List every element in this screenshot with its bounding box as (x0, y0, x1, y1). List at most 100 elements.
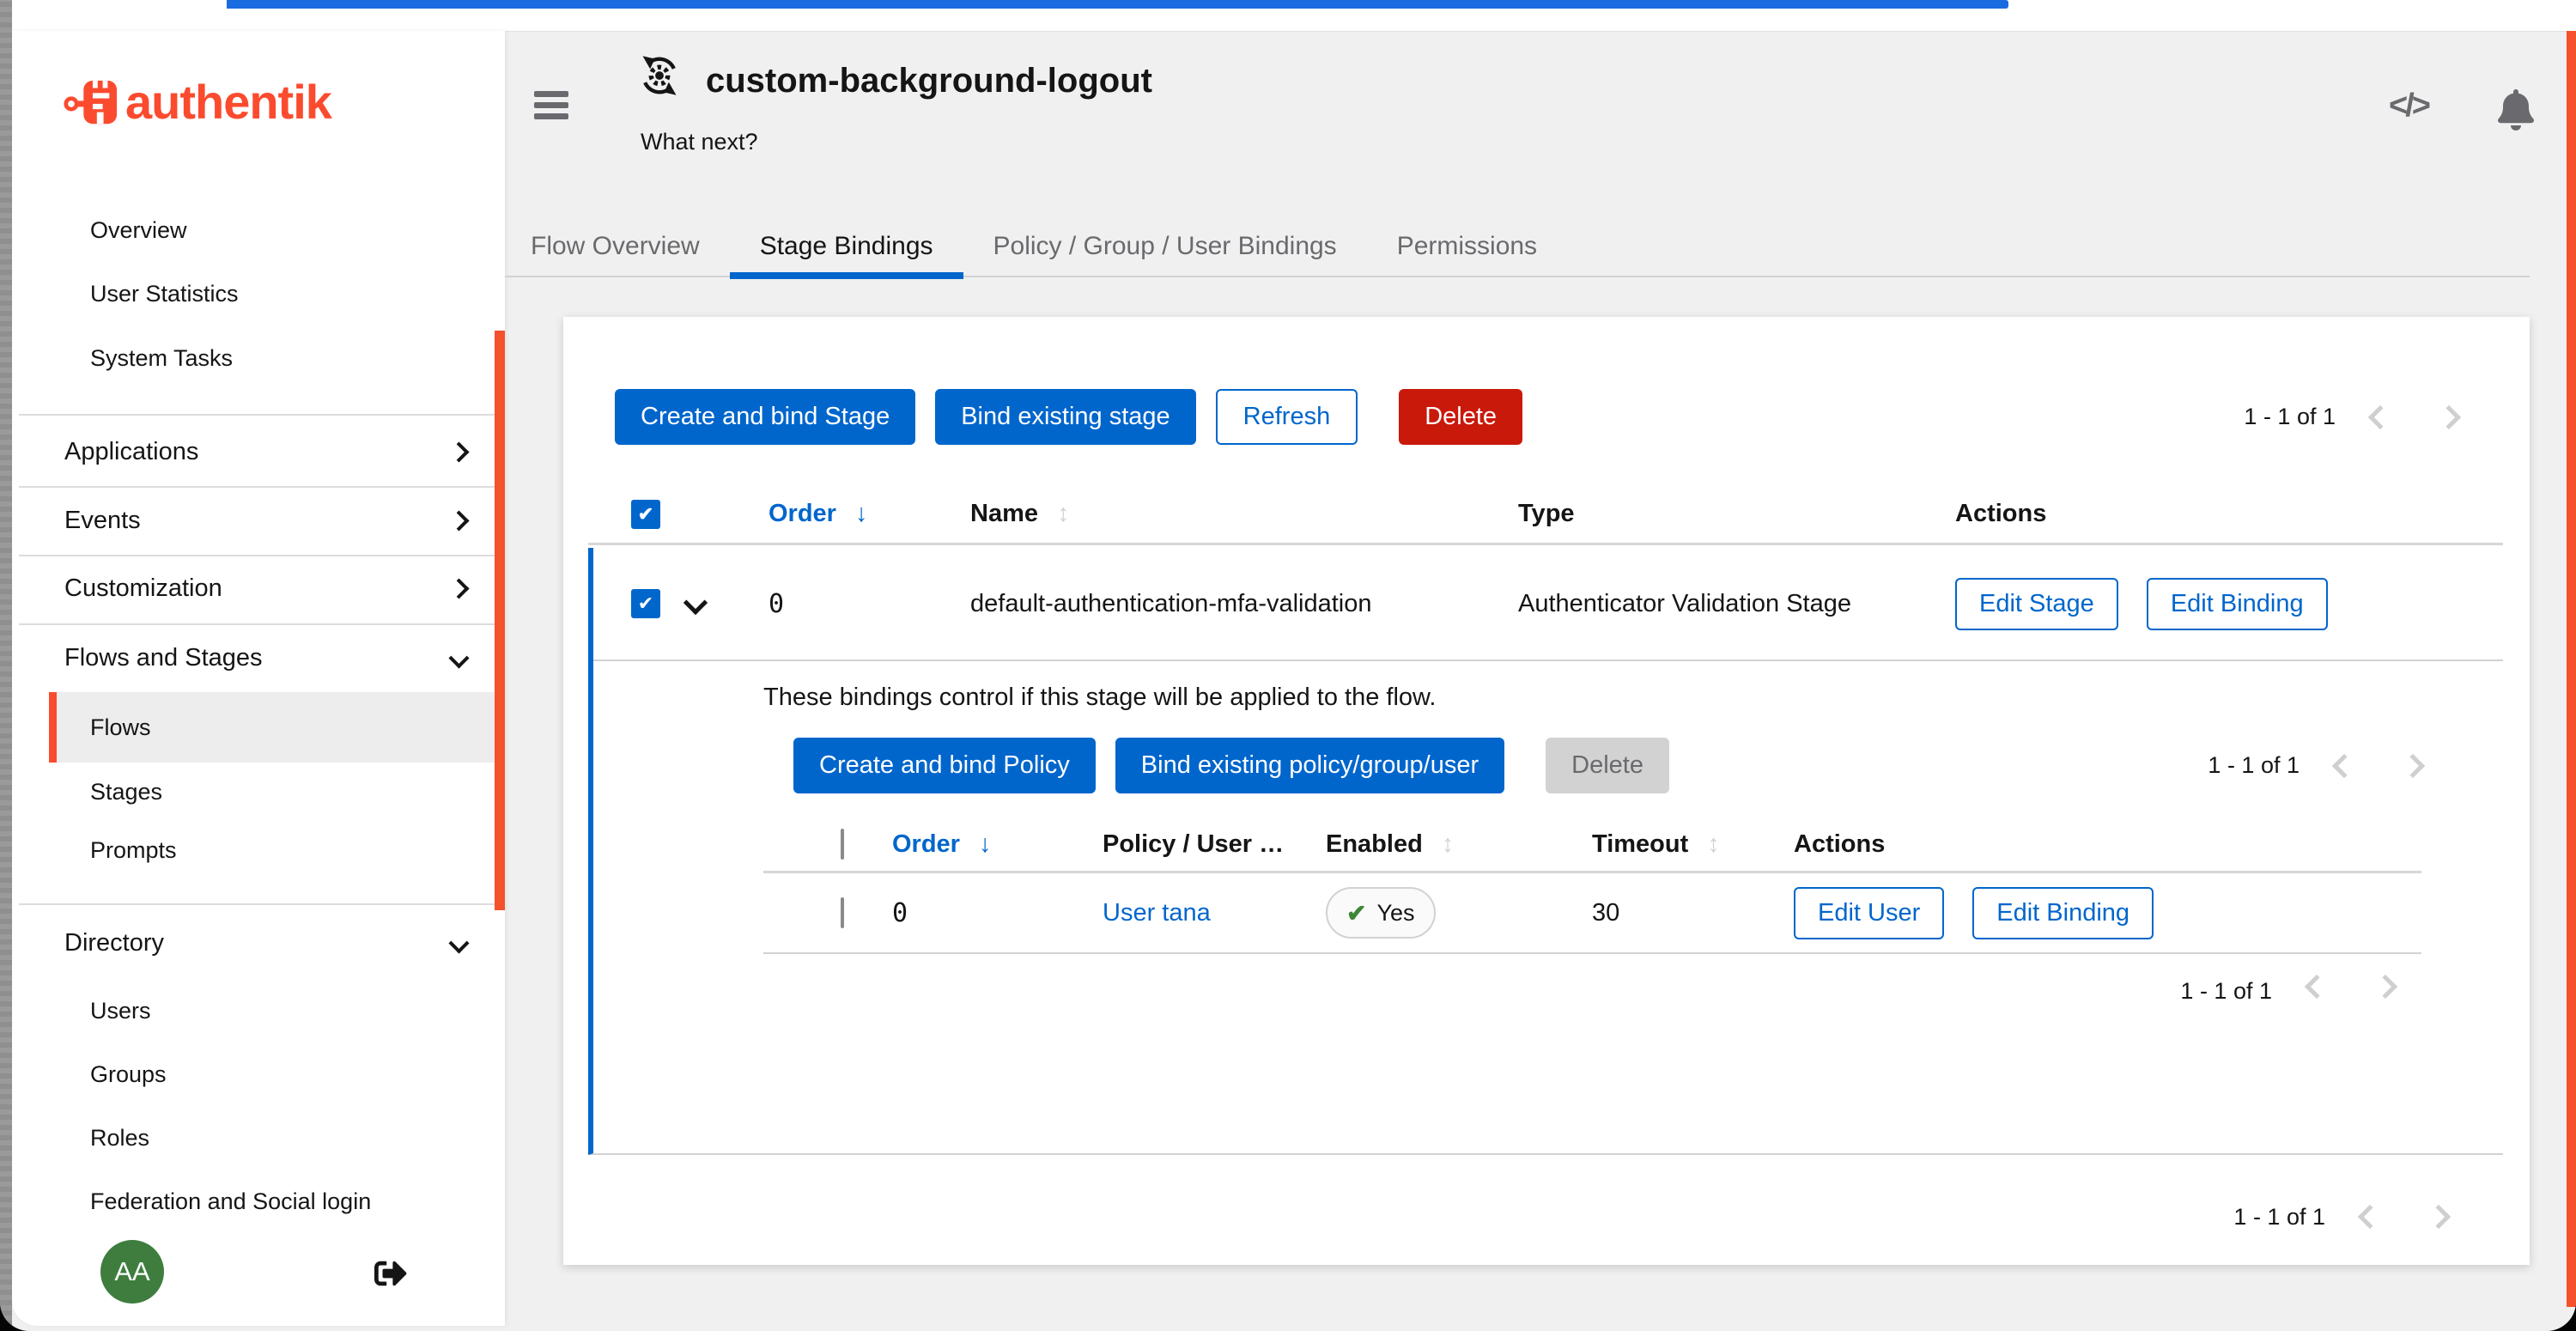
previous-page-icon[interactable] (2305, 975, 2329, 999)
brand-name: authentik (125, 74, 331, 130)
sidebar-item-label: Stages (90, 779, 162, 805)
bind-existing-stage-button[interactable]: Bind existing stage (935, 389, 1195, 445)
delete-policy-button[interactable]: Delete (1546, 738, 1669, 793)
column-policy-user: Policy / User … (1103, 830, 1326, 859)
pagination-label: 1 - 1 of 1 (2244, 404, 2336, 430)
tab-flow-overview[interactable]: Flow Overview (501, 220, 730, 279)
column-actions: Actions (1945, 500, 2503, 528)
edit-stage-button[interactable]: Edit Stage (1955, 578, 2118, 630)
create-and-bind-stage-button[interactable]: Create and bind Stage (615, 389, 915, 445)
sidebar-group-flows-and-stages[interactable]: Flows and Stages (64, 627, 466, 689)
avatar[interactable]: AA (100, 1240, 164, 1304)
row-checkbox[interactable] (841, 897, 844, 928)
sidebar-group-label: Applications (64, 438, 198, 466)
sidebar-item-roles[interactable]: Roles (90, 1107, 149, 1169)
sidebar-item-label: System Tasks (90, 345, 233, 372)
sidebar-item-groups[interactable]: Groups (90, 1043, 167, 1105)
row-checkbox[interactable]: ✔ (631, 589, 660, 618)
chevron-down-icon (448, 933, 469, 953)
stage-bindings-card: Create and bind Stage Bind existing stag… (563, 317, 2530, 1265)
refresh-button[interactable]: Refresh (1216, 389, 1358, 445)
api-code-icon[interactable]: </> (2389, 88, 2428, 125)
page-load-progress-bar (227, 0, 2008, 9)
bind-existing-policy-button[interactable]: Bind existing policy/group/user (1115, 738, 1504, 793)
sidebar-item-prompts[interactable]: Prompts (90, 819, 177, 881)
previous-page-icon[interactable] (2368, 404, 2392, 428)
sidebar-item-label: User Statistics (90, 281, 239, 307)
top-strip (0, 0, 2576, 32)
create-and-bind-policy-button[interactable]: Create and bind Policy (793, 738, 1096, 793)
tab-stage-bindings[interactable]: Stage Bindings (730, 220, 963, 279)
stage-order-value: 0 (769, 589, 784, 619)
sidebar-scrollbar[interactable] (495, 331, 505, 910)
next-page-icon[interactable] (2373, 975, 2397, 999)
sidebar-group-events[interactable]: Events (64, 489, 466, 551)
sidebar-item-federation-social-login[interactable]: Federation and Social login (90, 1170, 371, 1232)
column-order[interactable]: Order ↓ (892, 830, 1103, 859)
sidebar-item-label: Groups (90, 1061, 167, 1088)
sidebar-item-label: Users (90, 998, 151, 1024)
sidebar-item-stages[interactable]: Stages (90, 761, 162, 823)
stage-table-header: ✔ Order ↓ Name ↕ Type Actions (588, 485, 2503, 545)
table-row[interactable]: ✔ 0 default-authentication-mfa-validatio… (593, 548, 2503, 661)
sidebar-group-applications[interactable]: Applications (64, 421, 466, 483)
next-page-icon[interactable] (2401, 753, 2425, 777)
tab-policy-group-user-bindings[interactable]: Policy / Group / User Bindings (963, 220, 1367, 279)
sidebar-group-label: Flows and Stages (64, 644, 263, 672)
sidebar-item-label: Overview (90, 217, 187, 244)
notifications-bell-icon[interactable] (2497, 89, 2535, 135)
pagination-label: 1 - 1 of 1 (2180, 978, 2272, 1005)
timeout-value: 30 (1592, 899, 1794, 927)
delete-button[interactable]: Delete (1399, 389, 1522, 445)
sidebar-item-flows[interactable]: Flows (49, 692, 505, 763)
column-type: Type (1507, 500, 1945, 528)
pagination-label: 1 - 1 of 1 (2233, 1204, 2325, 1231)
sidebar-group-label: Events (64, 507, 141, 535)
bindings-description: These bindings control if this stage wil… (763, 684, 2421, 712)
column-order[interactable]: Order ↓ (756, 500, 957, 528)
sidebar-item-overview[interactable]: Overview (90, 199, 187, 261)
sort-icon: ↕ (1707, 830, 1720, 858)
sidebar-toggle-hamburger-icon[interactable] (534, 91, 568, 120)
tab-label: Stage Bindings (760, 232, 933, 261)
sidebar-item-system-tasks[interactable]: System Tasks (90, 327, 233, 389)
browser-window: authentik Overview User Statistics Syste… (0, 0, 2576, 1331)
stage-toolbar: Create and bind Stage Bind existing stag… (615, 389, 1522, 445)
sidebar-item-users[interactable]: Users (90, 980, 151, 1042)
stage-type-value: Authenticator Validation Stage (1507, 590, 1945, 618)
chevron-right-icon (448, 510, 469, 531)
next-page-icon[interactable] (2427, 1205, 2451, 1229)
sidebar-divider (19, 623, 500, 625)
sign-out-icon[interactable] (374, 1257, 407, 1294)
column-enabled[interactable]: Enabled ↕ (1326, 830, 1592, 859)
edit-binding-button[interactable]: Edit Binding (2147, 578, 2328, 630)
select-all-checkbox[interactable] (841, 829, 844, 860)
edit-binding-button[interactable]: Edit Binding (1972, 887, 2154, 939)
select-all-checkbox[interactable]: ✔ (631, 500, 660, 529)
user-link[interactable]: User tana (1103, 899, 1211, 927)
avatar-initials: AA (114, 1256, 149, 1287)
next-page-icon[interactable] (2437, 404, 2461, 428)
sort-descending-icon: ↓ (855, 500, 868, 527)
tab-permissions[interactable]: Permissions (1367, 220, 1567, 279)
sidebar-group-customization[interactable]: Customization (64, 557, 466, 619)
pagination-policy-top: 1 - 1 of 1 (2208, 738, 2421, 793)
policy-table-row[interactable]: 0 User tana ✔ Yes 30 Edit User Edit Bind… (763, 873, 2421, 954)
sidebar-group-directory[interactable]: Directory (64, 912, 466, 974)
column-timeout[interactable]: Timeout ↕ (1592, 830, 1794, 859)
previous-page-icon[interactable] (2332, 753, 2356, 777)
check-icon: ✔ (1346, 899, 1366, 927)
column-name[interactable]: Name ↕ (957, 500, 1507, 528)
previous-page-icon[interactable] (2358, 1205, 2382, 1229)
edit-user-button[interactable]: Edit User (1794, 887, 1944, 939)
collapse-caret-icon[interactable] (683, 590, 708, 614)
expanded-policy-bindings-section: These bindings control if this stage wil… (593, 661, 2503, 1005)
page-scrollbar[interactable] (2567, 31, 2576, 1307)
flow-stage-icon (639, 53, 680, 102)
sidebar-group-label: Directory (64, 929, 164, 957)
page-subtitle[interactable]: What next? (641, 129, 758, 155)
sidebar-item-user-statistics[interactable]: User Statistics (90, 263, 239, 325)
sidebar-divider (19, 903, 500, 905)
pagination-top: 1 - 1 of 1 (2244, 389, 2458, 445)
sidebar-divider (19, 555, 500, 556)
